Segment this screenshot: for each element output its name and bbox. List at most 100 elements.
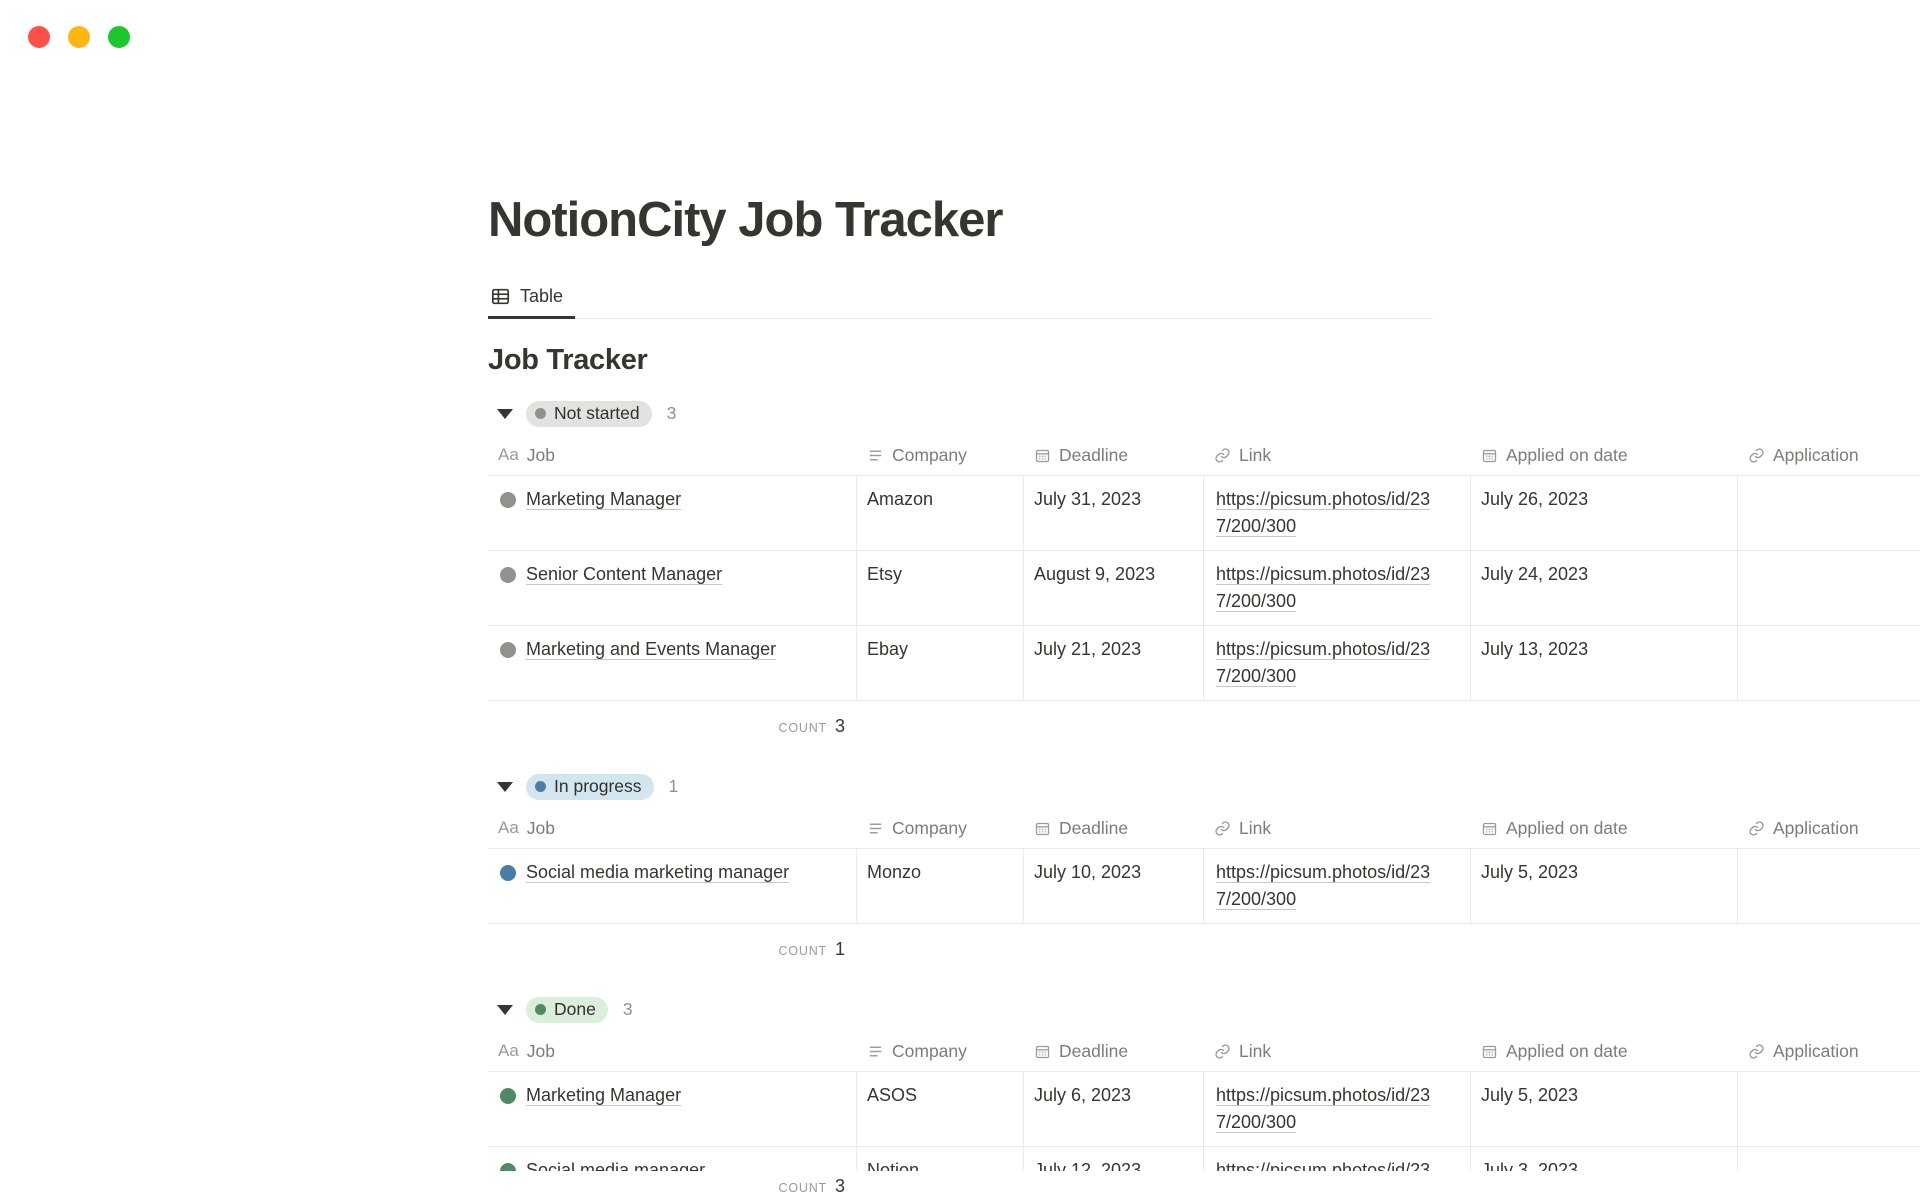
column-header-link[interactable]: Link: [1204, 818, 1471, 839]
cell-deadline[interactable]: July 6, 2023: [1024, 1072, 1204, 1146]
text-property-icon: Aa: [498, 445, 519, 465]
cell-deadline[interactable]: July 21, 2023: [1024, 626, 1204, 700]
calendar-icon: [1034, 820, 1051, 837]
list-icon: [867, 1043, 884, 1060]
column-header-applied-on-date[interactable]: Applied on date: [1471, 818, 1738, 839]
collapse-group-toggle[interactable]: [497, 409, 513, 419]
status-dot-icon: [535, 1004, 546, 1015]
cell-application[interactable]: [1738, 1072, 1920, 1146]
cell-application[interactable]: [1738, 551, 1920, 625]
table-view-icon: [490, 286, 511, 307]
column-header-company[interactable]: Company: [857, 445, 1024, 466]
status-dot-icon: [500, 1163, 516, 1171]
cell-application[interactable]: [1738, 626, 1920, 700]
job-page-link[interactable]: Marketing Manager: [526, 1082, 681, 1109]
url-link[interactable]: https://picsum.photos/id/237/200/300: [1216, 486, 1437, 540]
url-link[interactable]: https://picsum.photos/id/237/200/300: [1216, 859, 1437, 913]
cell-applied-on-date[interactable]: July 13, 2023: [1471, 626, 1738, 700]
cell-job[interactable]: Senior Content Manager: [488, 551, 857, 625]
cell-company[interactable]: Amazon: [857, 476, 1024, 550]
status-pill-done[interactable]: Done: [526, 997, 608, 1023]
link-icon: [1214, 820, 1231, 837]
cell-link[interactable]: https://picsum.photos/id/237/200/300: [1204, 551, 1471, 625]
group-row-count: 1: [669, 776, 679, 797]
cell-link[interactable]: https://picsum.photos/id/237/200/300: [1204, 626, 1471, 700]
cell-deadline[interactable]: July 31, 2023: [1024, 476, 1204, 550]
cell-job[interactable]: Marketing Manager: [488, 1072, 857, 1146]
cell-application[interactable]: [1738, 1147, 1920, 1171]
cell-applied-on-date[interactable]: July 26, 2023: [1471, 476, 1738, 550]
count-aggregate[interactable]: COUNT3: [488, 1176, 857, 1197]
minimize-window-button[interactable]: [68, 26, 90, 48]
cell-company[interactable]: Notion: [857, 1147, 1024, 1171]
cell-applied-on-date[interactable]: July 5, 2023: [1471, 849, 1738, 923]
page-title[interactable]: NotionCity Job Tracker: [488, 192, 1920, 250]
status-pill-not-started[interactable]: Not started: [526, 401, 652, 427]
tab-table[interactable]: Table: [488, 286, 575, 319]
url-link[interactable]: https://picsum.photos/id/237/200/300: [1216, 1082, 1437, 1136]
url-link[interactable]: https://picsum.photos/id/237/200/300: [1216, 1157, 1437, 1171]
cell-job[interactable]: Social media marketing manager: [488, 849, 857, 923]
zoom-window-button[interactable]: [108, 26, 130, 48]
cell-application[interactable]: [1738, 849, 1920, 923]
cell-deadline[interactable]: July 12, 2023: [1024, 1147, 1204, 1171]
cell-company[interactable]: Ebay: [857, 626, 1024, 700]
view-tab-bar: Table: [488, 286, 1433, 319]
column-header-job[interactable]: AaJob: [488, 1041, 857, 1062]
cell-deadline[interactable]: August 9, 2023: [1024, 551, 1204, 625]
cell-applied-on-date[interactable]: July 5, 2023: [1471, 1072, 1738, 1146]
column-header-job[interactable]: AaJob: [488, 445, 857, 466]
close-window-button[interactable]: [28, 26, 50, 48]
job-page-link[interactable]: Senior Content Manager: [526, 561, 722, 588]
column-header-application[interactable]: Application: [1738, 818, 1920, 839]
cell-job[interactable]: Marketing and Events Manager: [488, 626, 857, 700]
column-header-application[interactable]: Application: [1738, 445, 1920, 466]
status-pill-label: Not started: [554, 403, 640, 424]
status-dot-icon: [500, 1088, 516, 1104]
url-link[interactable]: https://picsum.photos/id/237/200/300: [1216, 561, 1437, 615]
cell-applied-on-date[interactable]: July 24, 2023: [1471, 551, 1738, 625]
cell-job[interactable]: Marketing Manager: [488, 476, 857, 550]
job-page-link[interactable]: Social media marketing manager: [526, 859, 789, 886]
column-header-job[interactable]: AaJob: [488, 818, 857, 839]
cell-company[interactable]: ASOS: [857, 1072, 1024, 1146]
text-property-icon: Aa: [498, 818, 519, 838]
table-row: Social media manager Notion July 12, 202…: [488, 1147, 1920, 1171]
cell-link[interactable]: https://picsum.photos/id/237/200/300: [1204, 1147, 1471, 1171]
column-header-deadline[interactable]: Deadline: [1024, 818, 1204, 839]
collapse-group-toggle[interactable]: [497, 1005, 513, 1015]
cell-link[interactable]: https://picsum.photos/id/237/200/300: [1204, 849, 1471, 923]
column-header-deadline[interactable]: Deadline: [1024, 445, 1204, 466]
status-pill-in-progress[interactable]: In progress: [526, 774, 654, 800]
column-header-company[interactable]: Company: [857, 1041, 1024, 1062]
column-header-applied-on-date[interactable]: Applied on date: [1471, 1041, 1738, 1062]
table-header-row: AaJob Company Deadline Link Applied on d…: [488, 1032, 1920, 1072]
group-done: Done 3 AaJob Company Deadline Link Appli…: [488, 994, 1920, 1203]
status-pill-label: In progress: [554, 776, 642, 797]
count-aggregate[interactable]: COUNT3: [488, 716, 857, 737]
cell-job[interactable]: Social media manager: [488, 1147, 857, 1171]
link-icon: [1748, 447, 1765, 464]
group-row-count: 3: [667, 403, 677, 424]
column-header-company[interactable]: Company: [857, 818, 1024, 839]
column-header-applied-on-date[interactable]: Applied on date: [1471, 445, 1738, 466]
collapse-group-toggle[interactable]: [497, 782, 513, 792]
job-page-link[interactable]: Social media manager: [526, 1157, 705, 1171]
cell-applied-on-date[interactable]: July 3, 2023: [1471, 1147, 1738, 1171]
cell-application[interactable]: [1738, 476, 1920, 550]
url-link[interactable]: https://picsum.photos/id/237/200/300: [1216, 636, 1437, 690]
cell-company[interactable]: Monzo: [857, 849, 1024, 923]
column-header-link[interactable]: Link: [1204, 1041, 1471, 1062]
job-page-link[interactable]: Marketing Manager: [526, 486, 681, 513]
column-header-link[interactable]: Link: [1204, 445, 1471, 466]
cell-link[interactable]: https://picsum.photos/id/237/200/300: [1204, 1072, 1471, 1146]
column-header-deadline[interactable]: Deadline: [1024, 1041, 1204, 1062]
job-page-link[interactable]: Marketing and Events Manager: [526, 636, 776, 663]
database-title[interactable]: Job Tracker: [488, 343, 1920, 378]
column-header-application[interactable]: Application: [1738, 1041, 1920, 1062]
cell-company[interactable]: Etsy: [857, 551, 1024, 625]
cell-link[interactable]: https://picsum.photos/id/237/200/300: [1204, 476, 1471, 550]
count-aggregate[interactable]: COUNT1: [488, 939, 857, 960]
cell-deadline[interactable]: July 10, 2023: [1024, 849, 1204, 923]
calendar-icon: [1034, 1043, 1051, 1060]
